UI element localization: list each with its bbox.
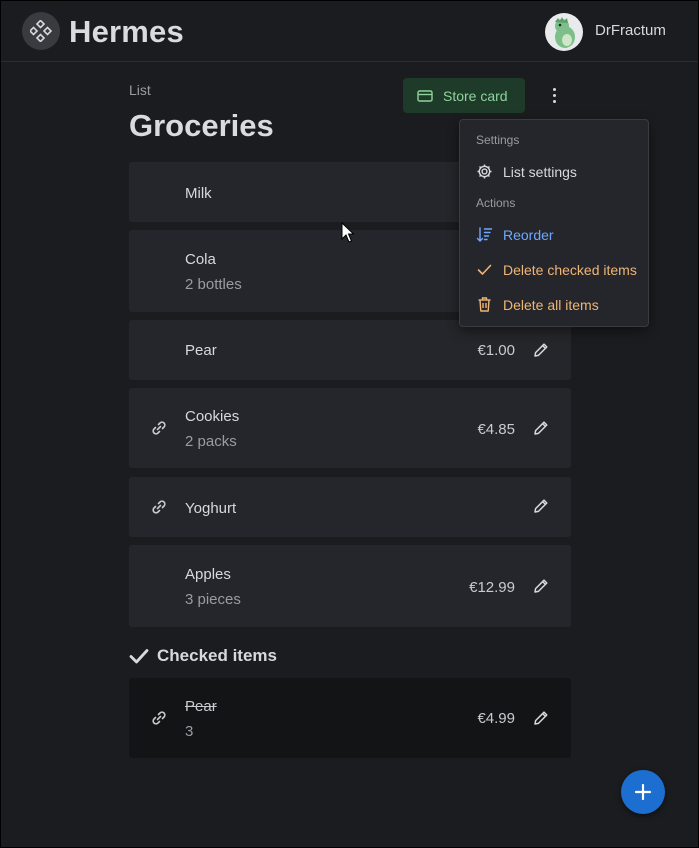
menu-item-list-settings[interactable]: List settings [476, 163, 577, 180]
item-quantity: 2 packs [185, 433, 237, 450]
item-name: Pear [185, 342, 217, 359]
menu-section-actions: Actions [476, 196, 516, 210]
item-price: €12.99 [469, 579, 515, 596]
list-item[interactable]: Cookies 2 packs €4.85 [129, 388, 571, 468]
checked-items-title: Checked items [157, 646, 277, 665]
check-icon [129, 648, 149, 664]
check-icon [476, 261, 493, 278]
item-quantity: 2 bottles [185, 276, 242, 293]
pencil-icon[interactable] [532, 341, 550, 359]
credit-card-icon [417, 89, 433, 103]
item-price: €4.99 [477, 710, 515, 727]
list-item[interactable]: Apples 3 pieces €12.99 [129, 545, 571, 627]
pencil-icon[interactable] [532, 497, 550, 515]
kebab-menu-icon[interactable] [545, 84, 563, 106]
add-item-button[interactable] [621, 770, 665, 814]
menu-item-label: List settings [503, 163, 577, 180]
item-name: Pear [185, 698, 217, 715]
item-name: Yoghurt [185, 500, 237, 517]
menu-item-label: Delete all items [503, 296, 599, 313]
pencil-icon[interactable] [532, 709, 550, 727]
link-icon[interactable] [150, 419, 168, 437]
item-name: Cola [185, 251, 216, 268]
menu-section-settings: Settings [476, 133, 520, 147]
breadcrumb[interactable]: List [129, 82, 151, 98]
menu-item-delete-all[interactable]: Delete all items [476, 296, 599, 313]
mouse-cursor-icon [341, 221, 355, 249]
checked-items-toggle[interactable]: Checked items [129, 646, 277, 666]
menu-item-reorder[interactable]: Reorder [476, 226, 554, 243]
trash-icon [476, 296, 493, 313]
menu-item-delete-checked[interactable]: Delete checked items [476, 261, 637, 278]
app-header: Hermes DrFractum [0, 0, 699, 62]
page-title: Groceries [129, 108, 274, 143]
item-name: Cookies [185, 408, 240, 425]
item-name: Milk [185, 185, 212, 202]
app-title[interactable]: Hermes [69, 14, 184, 50]
link-icon[interactable] [150, 498, 168, 516]
pencil-icon[interactable] [532, 577, 550, 595]
list-item[interactable]: Pear €1.00 [129, 320, 571, 380]
item-name: Apples [185, 566, 231, 583]
gear-icon [476, 163, 493, 180]
menu-item-label: Reorder [503, 226, 554, 243]
list-item[interactable]: Yoghurt [129, 477, 571, 537]
item-quantity: 3 pieces [185, 591, 241, 608]
menu-item-label: Delete checked items [503, 261, 637, 278]
item-quantity: 3 [185, 723, 194, 740]
store-card-label: Store card [443, 87, 508, 104]
username[interactable]: DrFractum [595, 22, 666, 39]
plus-icon [634, 783, 652, 801]
checked-list-item[interactable]: Pear 3 €4.99 [129, 678, 571, 758]
pencil-icon[interactable] [532, 419, 550, 437]
store-card-button[interactable]: Store card [403, 78, 525, 113]
list-options-menu: Settings List settings Actions Reorder D… [459, 119, 649, 327]
avatar[interactable] [545, 13, 583, 51]
item-price: €1.00 [477, 342, 515, 359]
link-icon[interactable] [150, 709, 168, 727]
sort-icon [476, 226, 493, 243]
app-logo-icon[interactable] [22, 12, 60, 50]
item-price: €4.85 [477, 421, 515, 438]
